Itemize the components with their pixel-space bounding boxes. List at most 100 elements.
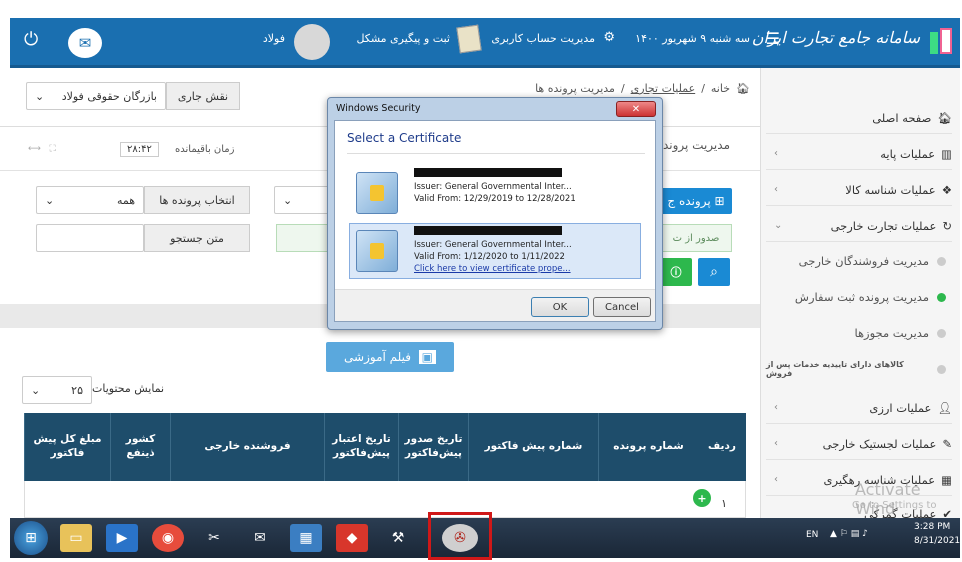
menu-toggle-button[interactable]: ☰: [766, 29, 780, 48]
table-col-header[interactable]: شماره پرونده: [598, 413, 698, 481]
search-icon: ⌕: [710, 264, 718, 280]
anydesk-icon[interactable]: ◆: [336, 524, 368, 552]
file-select[interactable]: ⌄ همه: [36, 186, 144, 214]
windows-logo-icon: ⊞: [25, 530, 37, 546]
display-count-select[interactable]: ⌄ ۲۵: [22, 376, 92, 404]
media-player-icon[interactable]: ▶: [106, 524, 138, 552]
support-link[interactable]: ثبت و پیگیری مشکل: [356, 32, 450, 45]
chevron-left-icon: ‹: [774, 148, 778, 159]
close-button[interactable]: ✕: [616, 101, 656, 117]
table-col-header[interactable]: تاریخ صدور پیش‌فاکتور: [398, 413, 468, 481]
divider: [347, 153, 645, 154]
table-col-header[interactable]: مبلغ کل پیش فاکتور: [24, 413, 110, 481]
sidebar-subitem-licenses[interactable]: مدیریت مجوزها: [766, 318, 946, 348]
cert-validity: Valid From: 1/12/2020 to 1/11/2022: [414, 252, 565, 262]
expand-row-icon[interactable]: +: [693, 489, 711, 507]
role-label: نقش جاری: [166, 82, 240, 110]
info-icon: ⓘ: [670, 266, 682, 279]
chevron-down-icon: ⌄: [35, 89, 45, 103]
paint-icon[interactable]: ✂: [198, 524, 230, 552]
info-button[interactable]: ⓘ: [660, 258, 692, 286]
cert-properties-link[interactable]: Click here to view certificate prope...: [414, 264, 571, 274]
certificate-app-icon[interactable]: ✇: [442, 524, 478, 552]
brand-logo-icon: [928, 26, 954, 56]
table-col-header[interactable]: فروشنده خارجی: [170, 413, 324, 481]
activation-watermark: Activate Wind: [855, 480, 921, 518]
cert-validity: Valid From: 12/29/2019 to 12/28/2021: [414, 194, 576, 204]
notepad-icon: [456, 24, 482, 54]
plus-icon: ⊞: [714, 194, 725, 208]
top-navbar: سامانه جامع تجارت ایران ☰ سه شنبه ۹ شهری…: [10, 18, 960, 68]
power-icon[interactable]: ⏻: [24, 29, 38, 50]
sidebar-subitem-order-files[interactable]: مدیریت پرونده ثبت سفارش: [766, 282, 946, 312]
breadcrumb-level2[interactable]: عملیات تجاری: [631, 82, 696, 95]
display-count-label: نمایش محتویات: [92, 382, 165, 395]
issue-button[interactable]: صدور از ت: [660, 224, 732, 252]
gears-icon: ⚙: [603, 30, 615, 45]
chevron-left-icon: ‹: [774, 402, 778, 413]
table-col-header[interactable]: ردیف: [698, 413, 746, 481]
sidebar-item-base-ops[interactable]: ‹ عملیات پایه ▥: [766, 138, 952, 170]
status-dot: [937, 364, 946, 374]
language-indicator[interactable]: EN: [806, 530, 818, 540]
fax-icon[interactable]: ✉: [244, 524, 276, 552]
certificate-icon: [356, 172, 398, 214]
sidebar-item-goods-id[interactable]: ‹ عملیات شناسه کالا ❖: [766, 174, 952, 206]
mail-icon[interactable]: ✉: [68, 28, 102, 58]
role-select[interactable]: ⌄ بازرگان حقوقی فولاد: [26, 82, 166, 110]
start-button[interactable]: ⊞: [14, 521, 48, 555]
sidebar-subitem-after-sales[interactable]: کالاهای دارای تاییدیه خدمات پس از فروش: [766, 354, 946, 384]
sidebar-item-foreign-trade[interactable]: ⌄ عملیات تجارت خارجی ↻: [766, 210, 952, 242]
certificate-dialog: Windows Security ✕ Select a Certificate …: [327, 97, 663, 330]
dialog-heading: Select a Certificate: [347, 131, 462, 145]
table-col-header[interactable]: تاریخ اعتبار پیش‌فاکتور: [324, 413, 398, 481]
search-button[interactable]: ⌕: [698, 258, 730, 286]
sidebar-item-currency[interactable]: ‹ عملیات ارزی 👤︎: [766, 392, 952, 424]
chevron-left-icon: ‹: [774, 184, 778, 195]
activation-watermark-sub: Go to Settings to: [852, 500, 937, 511]
chevron-down-icon: ⌄: [31, 383, 41, 397]
training-video-button[interactable]: فیلم آموزشی ▣: [326, 342, 454, 372]
home-icon: 🏠︎: [937, 110, 952, 125]
sidebar-item-logistics[interactable]: ‹ عملیات لجستیک خارجی ✎: [766, 428, 952, 460]
new-file-button[interactable]: پرونده ج ⊞: [660, 188, 732, 214]
dialog-body: Select a Certificate Issuer: General Gov…: [334, 120, 656, 322]
network-app-icon[interactable]: ▦: [290, 524, 322, 552]
cert-issuer: Issuer: General Governmental Inter...: [414, 182, 572, 192]
breadcrumb-home[interactable]: خانه: [711, 82, 730, 95]
search-label: متن جستجو: [144, 224, 250, 252]
page-title: مدیریت پرونده: [656, 138, 730, 152]
table-col-header[interactable]: کشور ذینفع: [110, 413, 170, 481]
clock-time[interactable]: 3:28 PM: [914, 522, 950, 532]
tools-icon[interactable]: ⚒: [382, 524, 414, 552]
breadcrumb-sep: /: [620, 82, 625, 95]
cancel-button[interactable]: Cancel: [593, 297, 651, 317]
ok-button[interactable]: OK: [531, 297, 589, 317]
row-index: ۱: [721, 497, 727, 510]
status-box: [276, 224, 330, 252]
explorer-icon[interactable]: ▭: [60, 524, 92, 552]
film-icon: ▣: [418, 350, 436, 364]
breadcrumb-sep: /: [701, 82, 705, 95]
second-select[interactable]: ⌄: [274, 186, 330, 214]
dimmed-controls: ⟷ ⛶: [28, 144, 56, 154]
redacted-name: [414, 226, 562, 235]
certificate-item-selected[interactable]: Issuer: General Governmental Inter... Va…: [349, 223, 641, 279]
certificate-item[interactable]: Issuer: General Governmental Inter... Va…: [349, 165, 641, 221]
timer-label: زمان باقیمانده: [175, 144, 235, 155]
avatar[interactable]: [294, 24, 330, 60]
file-select-label: انتخاب پرونده ها: [144, 186, 250, 214]
breadcrumb-current: مدیریت پرونده ها: [535, 82, 615, 95]
chevron-down-icon: ⌄: [45, 193, 55, 207]
home-icon: 🏠︎: [736, 82, 750, 95]
search-input[interactable]: [36, 224, 144, 252]
account-management-link[interactable]: مدیریت حساب کاربری: [491, 32, 595, 45]
tray-icons[interactable]: ▲ ⚐ ▤ ♪: [830, 529, 868, 539]
table-header: ردیف شماره پرونده شماره پیش فاکتور تاریخ…: [24, 413, 746, 481]
clock-date: 8/31/2021: [914, 536, 961, 546]
chrome-icon[interactable]: ◉: [152, 524, 184, 552]
table-col-header[interactable]: شماره پیش فاکتور: [468, 413, 598, 481]
sidebar-subitem-sellers[interactable]: مدیریت فروشندگان خارجی: [766, 246, 946, 276]
user-plus-icon: 👤︎: [937, 400, 952, 415]
sidebar-item-home[interactable]: صفحه اصلی 🏠︎: [766, 102, 952, 134]
